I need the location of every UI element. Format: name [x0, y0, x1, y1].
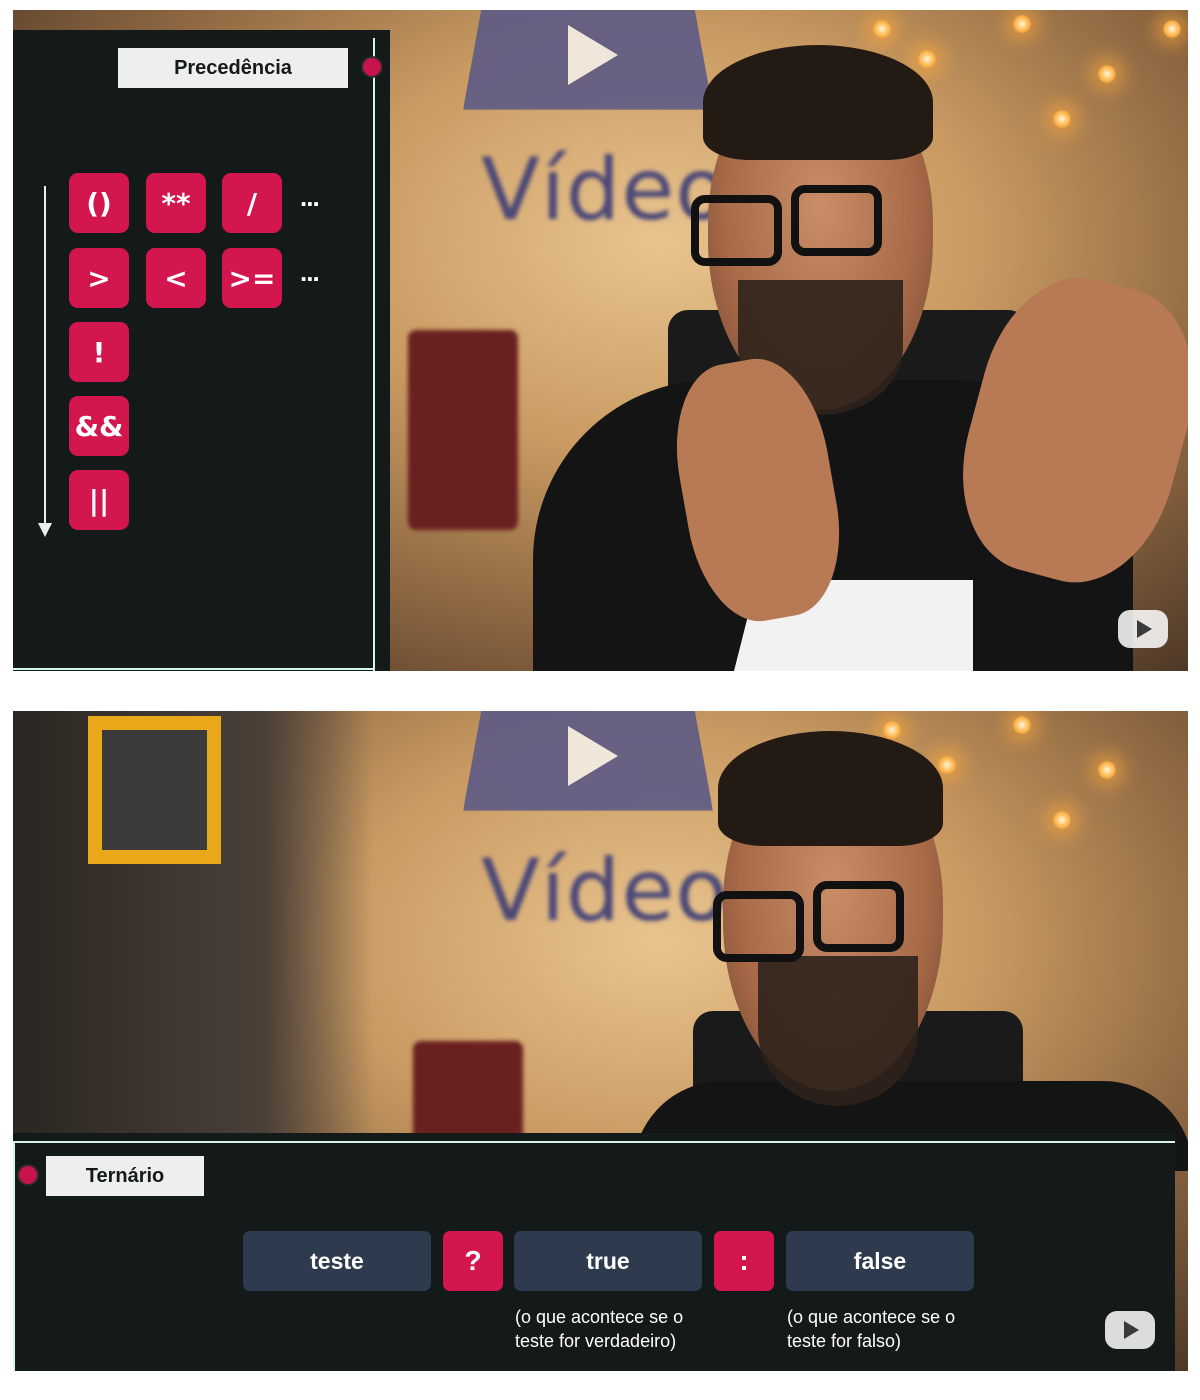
glasses-left — [713, 891, 804, 962]
ternary-test-box: teste — [243, 1231, 431, 1291]
beard — [758, 956, 918, 1106]
glasses-right — [791, 185, 882, 256]
play-logo-icon — [568, 25, 618, 85]
ternary-panel: Ternário teste ? true : false (o que aco… — [13, 1133, 1175, 1371]
panel-outline — [13, 668, 375, 670]
panel-outline — [13, 1141, 15, 1371]
lamp-light — [1013, 716, 1031, 734]
panel-marker-dot — [361, 56, 383, 78]
toy-figure — [408, 330, 518, 530]
hair — [703, 45, 933, 160]
watermark-play-icon — [1105, 1311, 1155, 1349]
ternary-true-note: (o que acontece se o teste for verdadeir… — [515, 1307, 684, 1351]
lamp-light — [883, 721, 901, 739]
operator-division: / — [222, 173, 282, 233]
panel-marker-dot — [17, 1164, 39, 1186]
operator-ellipsis: ... — [300, 182, 320, 212]
gold-plaque-frame — [88, 716, 221, 864]
wall-text: Vídeo — [481, 841, 729, 941]
lamp-light — [1053, 811, 1071, 829]
play-logo-icon — [568, 726, 618, 786]
operator-greater-equal: >= — [222, 248, 282, 308]
panel-outline — [13, 1141, 1175, 1143]
hair — [718, 731, 943, 846]
lamp-light — [938, 756, 956, 774]
down-arrow-icon — [44, 186, 46, 526]
lamp-light — [1098, 65, 1116, 83]
ternary-false-box: false — [786, 1231, 974, 1291]
video-frame-precedence: Vídeo Precedência () ** / ... > < >= ...… — [13, 10, 1188, 671]
lamp-light — [1098, 761, 1116, 779]
precedence-panel: Precedência () ** / ... > < >= ... ! && … — [13, 30, 390, 671]
operator-not: ! — [69, 322, 129, 382]
operator-exponent: ** — [146, 173, 206, 233]
ternary-false-note: (o que acontece se o teste for falso) — [787, 1307, 956, 1351]
operator-or: || — [69, 470, 129, 530]
operator-greater: > — [69, 248, 129, 308]
operator-ellipsis: ... — [300, 257, 320, 287]
glasses-left — [691, 195, 782, 266]
watermark-play-icon — [1118, 610, 1168, 648]
ternary-colon: : — [714, 1231, 774, 1291]
toy-figure — [413, 1041, 523, 1141]
operator-parentheses: () — [69, 173, 129, 233]
lamp-light — [1163, 20, 1181, 38]
panel-outline — [373, 38, 375, 671]
down-arrow-head — [38, 523, 52, 537]
operator-and: && — [69, 396, 129, 456]
operator-less: < — [146, 248, 206, 308]
lamp-light — [1053, 110, 1071, 128]
lamp-light — [918, 50, 936, 68]
lamp-light — [873, 20, 891, 38]
video-frame-ternary: Vídeo Ternário teste ? true : false (o q… — [13, 711, 1188, 1371]
lamp-light — [1013, 15, 1031, 33]
panel-title: Precedência — [118, 48, 348, 88]
panel-title: Ternário — [46, 1156, 204, 1196]
glasses-right — [813, 881, 904, 952]
ternary-true-box: true — [514, 1231, 702, 1291]
ternary-question-mark: ? — [443, 1231, 503, 1291]
